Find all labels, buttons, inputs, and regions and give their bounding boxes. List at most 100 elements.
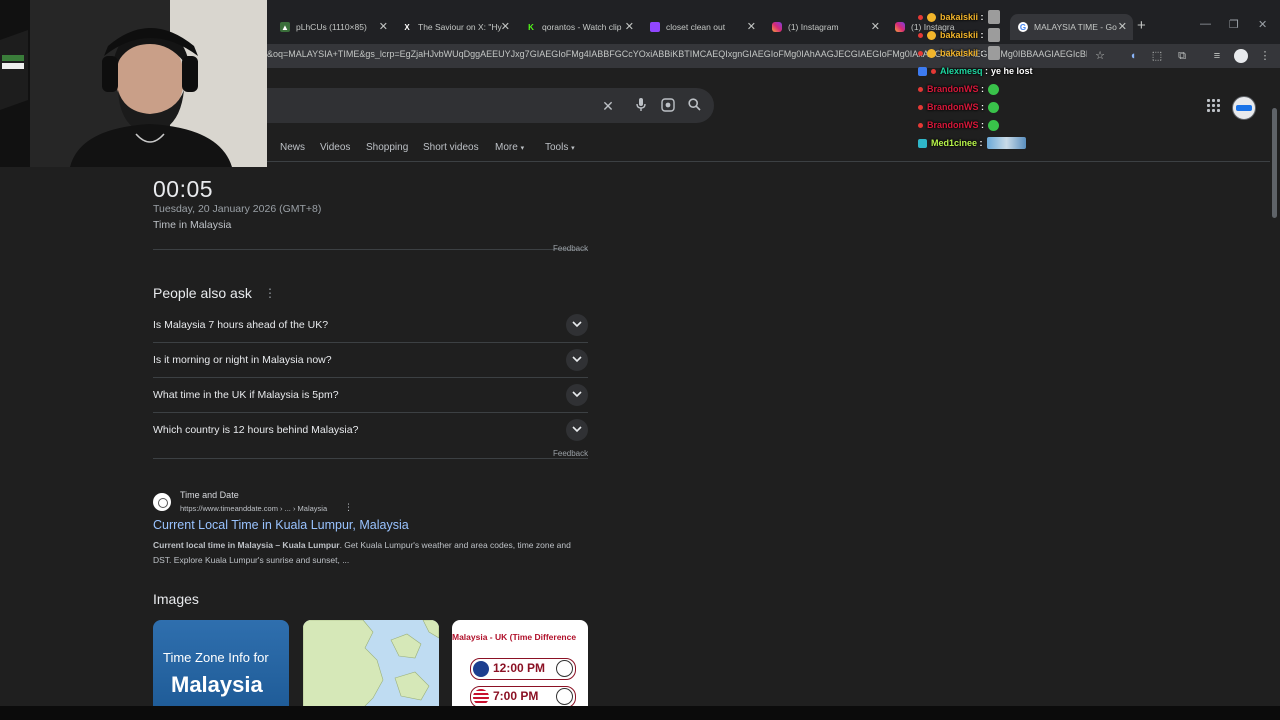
instagram-icon xyxy=(772,22,782,32)
badge-icon xyxy=(918,50,923,56)
map-thumbnail[interactable] xyxy=(303,620,439,708)
browser-tab[interactable]: ▲ pLhCUs (1110×85) ✕ xyxy=(280,16,388,38)
result-title-link[interactable]: Current Local Time in Kuala Lumpur, Mala… xyxy=(153,518,409,532)
image-thumbnail[interactable]: Malaysia - UK (Time Difference 12:00 PM … xyxy=(452,620,588,708)
puzzle-icon[interactable]: ⧉ xyxy=(1175,49,1189,63)
thumbnail-text: Malaysia xyxy=(171,672,263,697)
scrollbar-thumb[interactable] xyxy=(1272,108,1277,218)
tab-videos[interactable]: Videos xyxy=(320,142,350,153)
minimize-icon[interactable]: — xyxy=(1200,18,1211,30)
clock-icon xyxy=(556,688,573,705)
chat-message: BrandonWS : xyxy=(918,98,1098,116)
thumbnail-text: 12:00 PM xyxy=(493,661,546,675)
chat-message: bakaiskii : xyxy=(918,26,1098,44)
chat-message: BrandonWS : xyxy=(918,116,1098,134)
search-icon[interactable] xyxy=(686,98,702,114)
search-input[interactable]: ✕ xyxy=(230,88,714,123)
chat-username: BrandonWS xyxy=(927,102,979,112)
taskbar-strip xyxy=(0,706,1280,720)
question-row[interactable]: What time in the UK if Malaysia is 5pm? xyxy=(153,378,588,413)
badge-icon xyxy=(918,32,923,38)
chat-username: bakaiskii xyxy=(940,30,979,40)
close-icon[interactable]: ✕ xyxy=(501,20,510,33)
chat-message: bakaiskii : xyxy=(918,44,1098,62)
avatar[interactable] xyxy=(1232,96,1256,120)
feedback-link[interactable]: Feedback xyxy=(553,244,588,253)
close-icon[interactable]: ✕ xyxy=(625,20,634,33)
chat-message: Med1cinee : xyxy=(918,134,1098,152)
close-icon[interactable]: ✕ xyxy=(379,20,388,33)
tab-title: closet clean out xyxy=(666,22,726,32)
mic-icon[interactable] xyxy=(633,98,649,114)
lens-icon[interactable] xyxy=(660,98,676,114)
emote-icon xyxy=(988,83,999,95)
apps-grid-icon[interactable] xyxy=(1206,98,1222,114)
image-icon: ▲ xyxy=(280,22,290,32)
browser-tab[interactable]: (1) Instagram ✕ xyxy=(772,16,880,38)
timezone-label: Time in Malaysia xyxy=(153,219,232,231)
chevron-down-icon[interactable] xyxy=(566,314,588,336)
emote-icon xyxy=(987,46,1000,60)
divider xyxy=(153,458,588,459)
media-icon[interactable]: ◖ xyxy=(1126,49,1140,63)
clear-icon[interactable]: ✕ xyxy=(600,98,616,114)
result-site-name[interactable]: Time and Date xyxy=(180,490,239,500)
badge-icon xyxy=(918,104,923,110)
restore-icon[interactable]: ❐ xyxy=(1229,18,1239,31)
reading-list-icon[interactable]: ≡ xyxy=(1210,49,1224,63)
emote-icon xyxy=(986,137,1026,149)
kebab-menu-icon[interactable]: ⋮ xyxy=(344,502,353,513)
badge-icon xyxy=(931,68,936,74)
badge-icon xyxy=(918,14,923,20)
tab-more-label: More xyxy=(495,142,518,153)
chat-message: BrandonWS : xyxy=(918,80,1098,98)
badge-icon xyxy=(918,122,923,128)
emote-icon xyxy=(987,28,1000,42)
tab-shopping[interactable]: Shopping xyxy=(366,142,408,153)
tab-tools[interactable]: Tools ▾ xyxy=(545,142,575,153)
question-row[interactable]: Is Malaysia 7 hours ahead of the UK? xyxy=(153,308,588,343)
badge-icon xyxy=(918,66,927,76)
people-also-ask-heading: People also ask xyxy=(153,285,252,301)
caret-down-icon: ▾ xyxy=(520,145,525,152)
close-icon[interactable]: ✕ xyxy=(1118,20,1127,33)
chat-username: bakaiskii xyxy=(940,12,979,22)
tab-more[interactable]: More ▾ xyxy=(495,142,524,153)
window-close-icon[interactable]: ✕ xyxy=(1258,18,1267,31)
badge-icon xyxy=(927,30,936,40)
extension-icon[interactable]: ⬚ xyxy=(1150,49,1164,63)
browser-tab[interactable]: K qorantos - Watch clip ✕ xyxy=(526,16,634,38)
tab-short-videos[interactable]: Short videos xyxy=(423,142,479,153)
kebab-menu-icon[interactable]: ⋮ xyxy=(1258,49,1272,63)
result-snippet: Current local time in Malaysia – Kuala L… xyxy=(153,538,583,567)
result-url[interactable]: https://www.timeanddate.com › ... › Mala… xyxy=(180,504,327,513)
time-pill: 7:00 PM xyxy=(470,686,576,708)
instagram-icon xyxy=(895,22,905,32)
tab-tools-label: Tools xyxy=(545,142,569,153)
kebab-menu-icon[interactable]: ⋮ xyxy=(264,286,276,300)
chat-username: BrandonWS xyxy=(927,84,979,94)
chat-username: Med1cinee xyxy=(931,138,978,148)
images-heading: Images xyxy=(153,591,199,607)
close-icon[interactable]: ✕ xyxy=(871,20,880,33)
emote-icon xyxy=(988,101,999,113)
chevron-down-icon[interactable] xyxy=(566,349,588,371)
chat-message: bakaiskii : xyxy=(918,8,1098,26)
new-tab-icon[interactable]: + xyxy=(1137,17,1146,34)
browser-tab[interactable]: X The Saviour on X: "Hy ✕ xyxy=(402,16,510,38)
feedback-link[interactable]: Feedback xyxy=(553,449,588,458)
close-icon[interactable]: ✕ xyxy=(747,20,756,33)
webcam-overlay xyxy=(0,0,267,167)
chevron-down-icon[interactable] xyxy=(566,384,588,406)
question-row[interactable]: Is it morning or night in Malaysia now? xyxy=(153,343,588,378)
thumbnail-text: Malaysia - UK (Time Difference xyxy=(452,632,577,642)
x-icon: X xyxy=(404,22,410,32)
profile-icon[interactable] xyxy=(1234,49,1248,63)
tab-title: qorantos - Watch clip xyxy=(542,22,622,32)
question-row[interactable]: Which country is 12 hours behind Malaysi… xyxy=(153,413,588,448)
chevron-down-icon[interactable] xyxy=(566,419,588,441)
chat-username: bakaiskii xyxy=(940,48,979,58)
tab-news[interactable]: News xyxy=(280,142,305,153)
browser-tab[interactable]: closet clean out ✕ xyxy=(650,16,756,38)
image-thumbnail[interactable]: Time Zone Info for Malaysia xyxy=(153,620,289,708)
